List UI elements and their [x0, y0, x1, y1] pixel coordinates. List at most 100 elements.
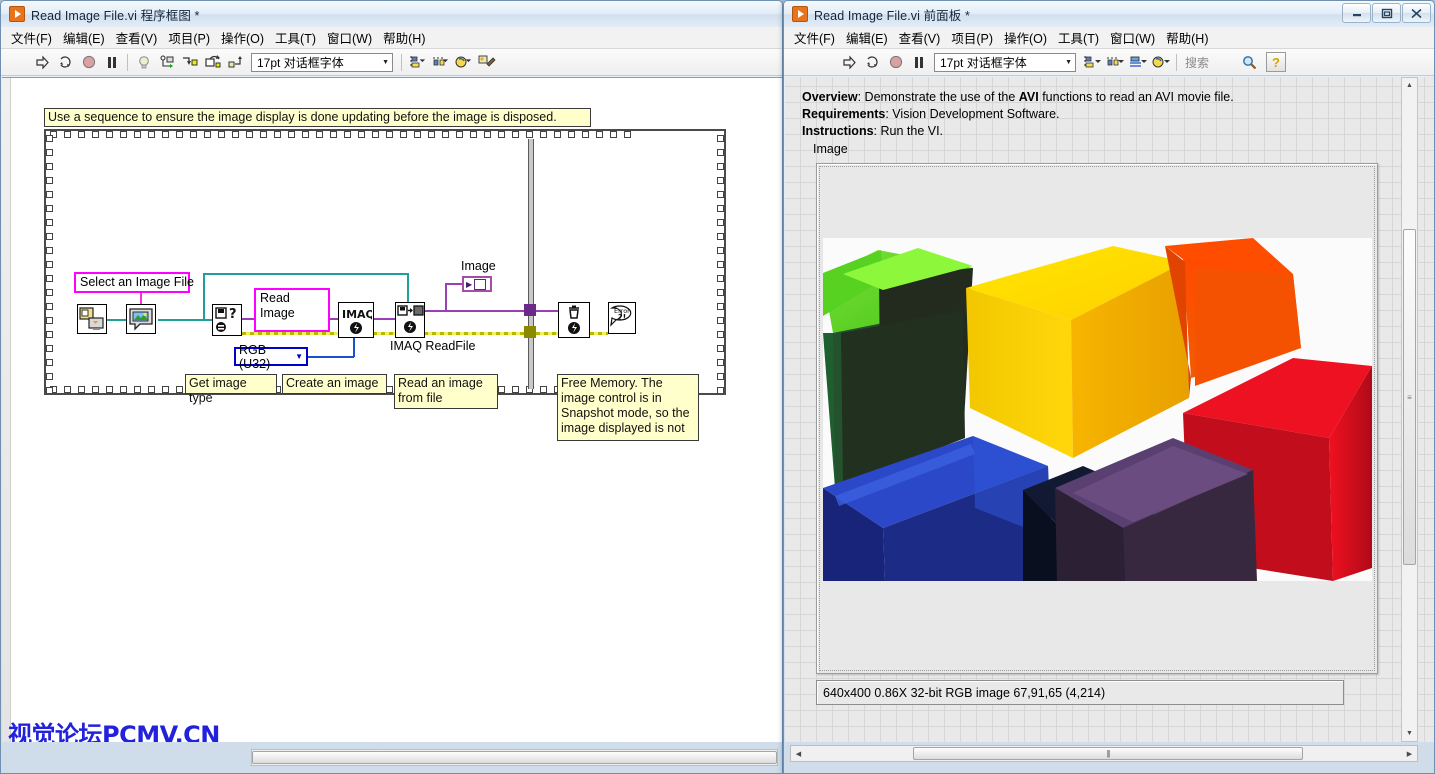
menu-operate[interactable]: 操作(O) [1004, 26, 1058, 49]
run-continuously-icon[interactable] [862, 52, 883, 73]
chevron-down-icon: ▼ [382, 59, 389, 66]
run-continuously-icon[interactable] [55, 52, 76, 73]
front-panel-window[interactable]: Read Image File.vi 前面板 * 文件(F) 编辑(E) 查看(… [783, 0, 1435, 774]
requirements-line: Requirements: Vision Development Softwar… [802, 106, 1060, 123]
abort-icon[interactable] [885, 52, 906, 73]
resize-objects-icon[interactable] [1127, 52, 1148, 73]
block-diagram-canvas[interactable]: Use a sequence to ensure the image displ… [2, 77, 782, 742]
highlight-execution-icon[interactable] [133, 52, 154, 73]
menu-operate[interactable]: 操作(O) [221, 26, 275, 49]
font-selector[interactable]: 17pt 对话框字体 ▼ [934, 53, 1076, 72]
pause-icon[interactable] [101, 52, 122, 73]
menu-project[interactable]: 项目(P) [168, 26, 221, 49]
reorder-icon[interactable] [453, 52, 474, 73]
scroll-up-arrow[interactable]: ▲ [1402, 78, 1417, 93]
run-arrow-icon[interactable] [839, 52, 860, 73]
scroll-right-arrow[interactable]: ▶ [1402, 746, 1417, 761]
front-panel-canvas[interactable]: Overview: Demonstrate the use of the AVI… [785, 77, 1434, 742]
right-vertical-scrollbar[interactable]: ▲ ≡ ▼ [1401, 77, 1418, 742]
terminal-glyph-icon [474, 279, 486, 290]
imaq-create-node[interactable]: IMAQ [338, 302, 374, 338]
image-display-control[interactable] [816, 163, 1378, 674]
menu-tools[interactable]: 工具(T) [275, 26, 327, 49]
right-h-scrollbar-thumb[interactable]: ||| [913, 747, 1303, 760]
window-controls[interactable] [1342, 3, 1431, 23]
watermark: 视觉论坛PCMV.CN [8, 715, 220, 742]
svg-text:?!: ?! [618, 313, 626, 322]
image-indicator-terminal[interactable]: ▶ [462, 276, 492, 292]
clean-up-diagram-icon[interactable] [476, 52, 497, 73]
menu-project[interactable]: 项目(P) [951, 26, 1004, 49]
left-window-title: Read Image File.vi 程序框图 * [31, 5, 200, 24]
menu-window[interactable]: 窗口(W) [1110, 26, 1166, 49]
minimize-button[interactable] [1342, 3, 1371, 23]
menu-help[interactable]: 帮助(H) [1166, 26, 1219, 49]
enum-value: RGB (U32) [239, 343, 291, 371]
right-titlebar[interactable]: Read Image File.vi 前面板 * [784, 1, 1434, 27]
menu-edit[interactable]: 编辑(E) [846, 26, 899, 49]
step-out-icon[interactable] [225, 52, 246, 73]
left-scrollbar-thumb[interactable] [252, 751, 777, 764]
flat-sequence-structure[interactable] [44, 129, 726, 395]
retain-wire-values-icon[interactable] [156, 52, 177, 73]
font-selector[interactable]: 17pt 对话框字体 ▼ [251, 53, 393, 72]
get-image-type-node[interactable]: ? [212, 304, 242, 336]
imaq-dispose-node[interactable] [558, 302, 590, 338]
svg-text:?: ? [229, 307, 237, 322]
comment-free-memory: Free Memory. The image control is in Sna… [557, 374, 699, 441]
wire-enum-v [353, 336, 355, 357]
menu-file[interactable]: 文件(F) [794, 26, 846, 49]
scroll-left-arrow[interactable]: ◀ [791, 746, 806, 761]
right-menubar[interactable]: 文件(F) 编辑(E) 查看(V) 项目(P) 操作(O) 工具(T) 窗口(W… [784, 27, 1434, 49]
menu-file[interactable]: 文件(F) [11, 26, 63, 49]
align-objects-icon[interactable] [407, 52, 428, 73]
distribute-objects-icon[interactable] [1104, 52, 1125, 73]
file-dialog-node[interactable] [77, 304, 107, 334]
wire-image-2 [424, 310, 530, 312]
svg-text:IMAQ: IMAQ [342, 308, 372, 321]
sequence-left-dots [45, 131, 54, 393]
left-titlebar[interactable]: Read Image File.vi 程序框图 * [1, 1, 782, 27]
simple-error-handler-node[interactable]: Error ?! [608, 302, 636, 334]
right-horizontal-scrollbar[interactable]: ◀ ||| ▶ [790, 745, 1418, 762]
step-into-icon[interactable] [179, 52, 200, 73]
close-button[interactable] [1402, 3, 1431, 23]
left-horizontal-scrollbar[interactable] [251, 749, 778, 766]
reorder-icon[interactable] [1150, 52, 1171, 73]
pause-icon[interactable] [908, 52, 929, 73]
right-scrollbar-thumb[interactable]: ≡ [1403, 229, 1416, 565]
wire-error-3 [424, 332, 530, 335]
step-over-icon[interactable] [202, 52, 223, 73]
right-toolbar[interactable]: 17pt 对话框字体 ▼ 搜索 ? [784, 49, 1434, 76]
wire-error-2 [373, 332, 395, 335]
wire-error-5 [590, 332, 608, 335]
read-image-label: Read Image [254, 288, 330, 332]
menu-view[interactable]: 查看(V) [116, 26, 169, 49]
distribute-objects-icon[interactable] [430, 52, 451, 73]
image-file-prompt-node[interactable] [126, 304, 156, 334]
align-objects-icon[interactable] [1081, 52, 1102, 73]
tunnel-image [524, 304, 536, 316]
scroll-down-arrow[interactable]: ▼ [1402, 726, 1417, 741]
block-diagram-window[interactable]: Read Image File.vi 程序框图 * 文件(F) 编辑(E) 查看… [0, 0, 783, 774]
help-icon[interactable]: ? [1266, 52, 1286, 72]
search-input[interactable]: 搜索 [1185, 54, 1209, 71]
overview-line: Overview: Demonstrate the use of the AVI… [802, 89, 1234, 106]
imaq-readfile-node[interactable] [395, 302, 425, 338]
abort-icon[interactable] [78, 52, 99, 73]
menu-help[interactable]: 帮助(H) [383, 26, 436, 49]
left-menubar[interactable]: 文件(F) 编辑(E) 查看(V) 项目(P) 操作(O) 工具(T) 窗口(W… [1, 27, 782, 49]
image-indicator-label: Image [461, 259, 496, 273]
requirements-text: : Vision Development Software. [885, 107, 1059, 121]
maximize-button[interactable] [1372, 3, 1401, 23]
toolbar-separator-3 [1176, 54, 1177, 71]
terminal-arrow-icon: ▶ [466, 280, 472, 289]
menu-tools[interactable]: 工具(T) [1058, 26, 1110, 49]
search-icon[interactable] [1239, 52, 1260, 73]
menu-edit[interactable]: 编辑(E) [63, 26, 116, 49]
run-arrow-icon[interactable] [32, 52, 53, 73]
image-type-enum-constant[interactable]: RGB (U32) ▼ [234, 347, 308, 366]
menu-window[interactable]: 窗口(W) [327, 26, 383, 49]
menu-view[interactable]: 查看(V) [899, 26, 952, 49]
left-toolbar[interactable]: 17pt 对话框字体 ▼ [1, 49, 782, 76]
